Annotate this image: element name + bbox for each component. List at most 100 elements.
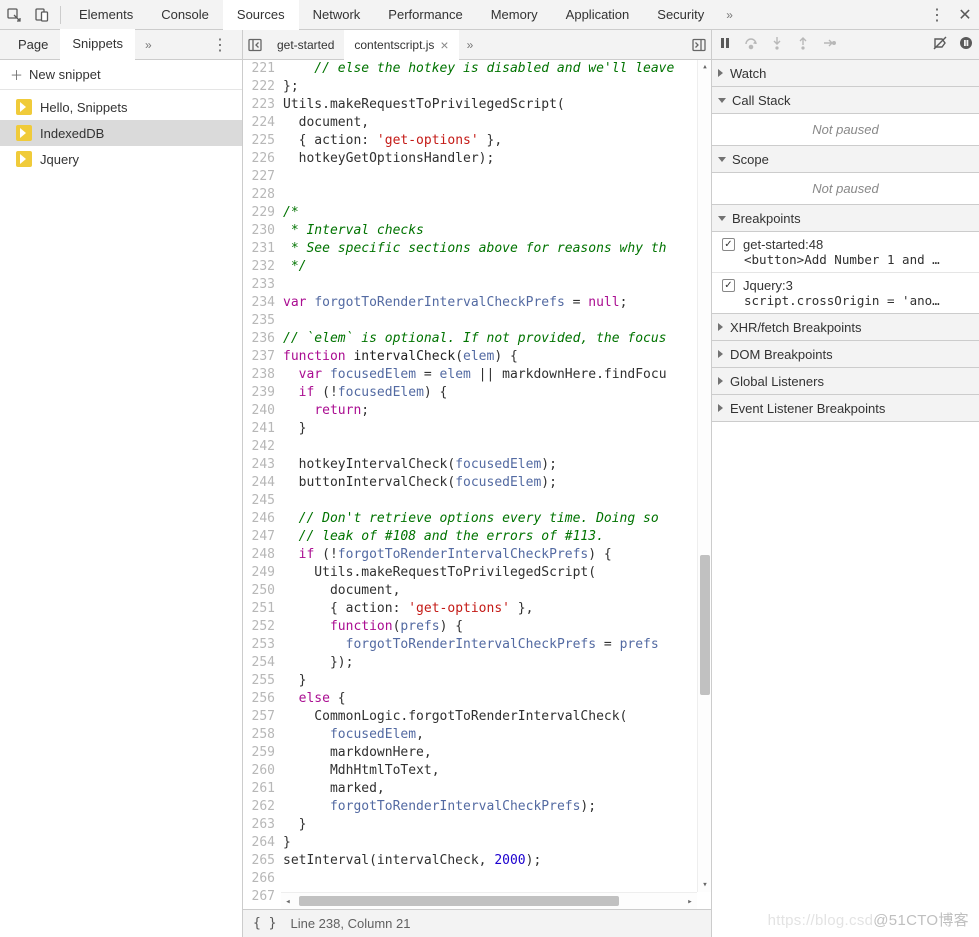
editor-vertical-scrollbar[interactable]: ▴ ▾ [697, 60, 711, 892]
section-scope-label: Scope [732, 152, 769, 167]
devtools-main: Page Snippets » ⋮ ＋ New snippet Hello, S… [0, 30, 979, 937]
more-tabs-chevron[interactable]: » [718, 8, 741, 22]
scrollbar-thumb[interactable] [299, 896, 619, 906]
tab-page[interactable]: Page [6, 30, 60, 60]
code-editor[interactable]: 2212222232242252262272282292302312322332… [243, 60, 711, 909]
breakpoint-title: get-started:48 [743, 237, 823, 252]
new-snippet-button[interactable]: ＋ New snippet [0, 60, 242, 90]
step-into-icon [770, 36, 784, 53]
chevron-down-icon [718, 157, 726, 162]
section-call-stack[interactable]: Call Stack [712, 87, 979, 114]
watermark-bold: @51CTO博客 [873, 912, 969, 929]
breakpoint-detail: <button>Add Number 1 and … [744, 252, 971, 267]
section-breakpoints-label: Breakpoints [732, 211, 801, 226]
device-toggle-icon[interactable] [28, 0, 56, 30]
top-tab-list: ElementsConsoleSourcesNetworkPerformance… [65, 0, 718, 30]
step-out-icon [796, 36, 810, 53]
chevron-right-icon [718, 69, 723, 77]
section-scope[interactable]: Scope [712, 146, 979, 173]
scroll-up-icon[interactable]: ▴ [698, 60, 711, 74]
chevron-down-icon [718, 216, 726, 221]
pause-on-exceptions-icon[interactable] [959, 36, 973, 53]
section-dom-breakpoints[interactable]: DOM Breakpoints [712, 341, 979, 368]
breakpoint-title: Jquery:3 [743, 278, 793, 293]
breakpoint-checkbox[interactable]: ✓ [722, 279, 735, 292]
customize-menu-icon[interactable]: ⋮ [923, 0, 951, 30]
section-breakpoints[interactable]: Breakpoints [712, 205, 979, 232]
plus-icon: ＋ [10, 65, 23, 84]
breakpoint-item[interactable]: ✓ Jquery:3script.crossOrigin = 'ano… [712, 272, 979, 313]
editor-horizontal-scrollbar[interactable]: ◂ ▸ [281, 892, 697, 909]
file-tab-label: get-started [277, 30, 334, 60]
section-xhr-label: XHR/fetch Breakpoints [730, 320, 862, 335]
tab-snippets[interactable]: Snippets [60, 29, 135, 61]
top-tab-console[interactable]: Console [147, 0, 223, 30]
chevron-right-icon [718, 377, 723, 385]
inspect-element-icon[interactable] [0, 0, 28, 30]
file-tab-list: get-started contentscript.js× [267, 30, 459, 60]
breakpoint-detail: script.crossOrigin = 'ano… [744, 293, 971, 308]
code-content[interactable]: // else the hotkey is disabled and we'll… [281, 60, 711, 909]
snippet-item[interactable]: Hello, Snippets [0, 94, 242, 120]
section-watch[interactable]: Watch [712, 60, 979, 87]
section-global-listeners[interactable]: Global Listeners [712, 368, 979, 395]
section-global-label: Global Listeners [730, 374, 824, 389]
top-tab-memory[interactable]: Memory [477, 0, 552, 30]
show-debugger-icon[interactable] [687, 30, 711, 60]
snippet-item[interactable]: IndexedDB [0, 120, 242, 146]
sources-navigator: Page Snippets » ⋮ ＋ New snippet Hello, S… [0, 30, 243, 937]
snippet-label: IndexedDB [40, 126, 104, 141]
close-tab-icon[interactable]: × [440, 30, 448, 60]
snippet-list: Hello, Snippets IndexedDB Jquery [0, 90, 242, 176]
scroll-down-icon[interactable]: ▾ [698, 878, 711, 892]
top-tab-application[interactable]: Application [552, 0, 644, 30]
breakpoint-item[interactable]: ✓ get-started:48<button>Add Number 1 and … [712, 232, 979, 272]
new-snippet-label: New snippet [29, 67, 101, 82]
source-editor: get-started contentscript.js× » 221222223… [243, 30, 712, 937]
top-tab-elements[interactable]: Elements [65, 0, 147, 30]
editor-tabs: get-started contentscript.js× » [243, 30, 711, 60]
file-tab[interactable]: contentscript.js× [344, 30, 458, 60]
navigator-tabs: Page Snippets » ⋮ [0, 30, 242, 60]
section-watch-label: Watch [730, 66, 766, 81]
pretty-print-icon[interactable]: { } [253, 916, 276, 931]
snippet-icon [16, 125, 32, 141]
file-tab-label: contentscript.js [354, 30, 434, 60]
section-event-listener-breakpoints[interactable]: Event Listener Breakpoints [712, 395, 979, 422]
top-tab-performance[interactable]: Performance [374, 0, 476, 30]
chevron-right-icon [718, 323, 723, 331]
navigator-menu-icon[interactable]: ⋮ [204, 35, 236, 55]
scope-body: Not paused [712, 173, 979, 205]
scroll-right-icon[interactable]: ▸ [683, 893, 697, 909]
top-tab-sources[interactable]: Sources [223, 0, 299, 30]
more-file-tabs-chevron[interactable]: » [459, 38, 482, 52]
close-devtools-icon[interactable]: ✕ [951, 0, 979, 30]
watermark-faint: https://blog.csd [768, 912, 874, 929]
devtools-top-tabs: ElementsConsoleSourcesNetworkPerformance… [0, 0, 979, 30]
breakpoint-checkbox[interactable]: ✓ [722, 238, 735, 251]
scroll-left-icon[interactable]: ◂ [281, 893, 295, 909]
section-event-label: Event Listener Breakpoints [730, 401, 885, 416]
file-tab[interactable]: get-started [267, 30, 344, 60]
line-gutter[interactable]: 2212222232242252262272282292302312322332… [243, 60, 281, 909]
debugger-pane: Watch Call Stack Not paused Scope Not pa… [712, 30, 979, 937]
section-dom-label: DOM Breakpoints [730, 347, 833, 362]
chevron-down-icon [718, 98, 726, 103]
editor-status-bar: { } Line 238, Column 21 [243, 909, 711, 937]
snippet-label: Jquery [40, 152, 79, 167]
snippet-item[interactable]: Jquery [0, 146, 242, 172]
snippet-icon [16, 99, 32, 115]
section-xhr-breakpoints[interactable]: XHR/fetch Breakpoints [712, 314, 979, 341]
top-tab-network[interactable]: Network [299, 0, 375, 30]
deactivate-breakpoints-icon[interactable] [933, 36, 947, 53]
cursor-position: Line 238, Column 21 [290, 916, 410, 931]
top-tab-security[interactable]: Security [643, 0, 718, 30]
step-over-icon [744, 36, 758, 53]
navigator-more-chevron[interactable]: » [137, 38, 160, 52]
snippet-icon [16, 151, 32, 167]
watermark: https://blog.csd@51CTO博客 [768, 909, 969, 930]
pause-icon[interactable] [718, 36, 732, 53]
hide-navigator-icon[interactable] [243, 30, 267, 60]
section-call-stack-label: Call Stack [732, 93, 791, 108]
scrollbar-thumb[interactable] [700, 555, 710, 695]
